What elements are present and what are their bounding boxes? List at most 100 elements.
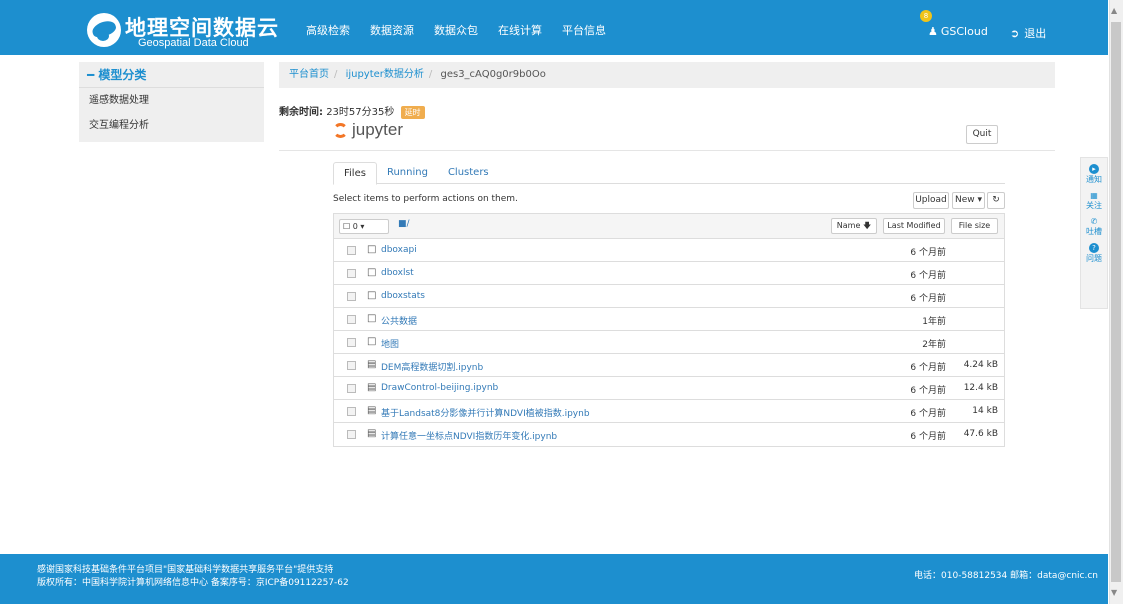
file-name-link[interactable]: 基于Landsat8分影像并行计算NDVI植被指数.ipynb — [381, 406, 590, 419]
logout-label: 退出 — [1024, 27, 1047, 40]
tab-files[interactable]: Files — [333, 162, 377, 185]
question-link[interactable]: ? 问题 — [1081, 243, 1107, 264]
upload-button[interactable]: Upload — [913, 192, 949, 209]
notebook-icon: ▤ — [367, 428, 377, 439]
jupyter-logo[interactable]: jupyter — [333, 120, 403, 140]
jupyter-tabs: Files Running Clusters — [333, 162, 1005, 185]
refresh-button[interactable]: ↻ — [987, 192, 1005, 209]
file-row[interactable]: ▤ 计算任意一坐标点NDVI指数历年变化.ipynb 6 个月前 47.6 kB — [334, 423, 1004, 446]
refresh-icon: ↻ — [992, 195, 1000, 205]
tab-running[interactable]: Running — [377, 162, 438, 183]
remaining-time: 剩余时间: 23时57分35秒 延时 — [279, 103, 425, 119]
extend-time-button[interactable]: 延时 — [400, 106, 425, 119]
row-checkbox[interactable] — [347, 246, 356, 255]
sort-by-name-button[interactable]: Name 🡇 — [831, 218, 877, 234]
row-checkbox[interactable] — [347, 338, 356, 347]
notification-badge[interactable]: 8 — [920, 10, 932, 22]
nav-advanced-search[interactable]: 高级检索 — [306, 22, 350, 38]
scroll-down-icon[interactable]: ▼ — [1111, 588, 1117, 597]
row-checkbox[interactable] — [347, 361, 356, 370]
row-checkbox[interactable] — [347, 292, 356, 301]
file-name-link[interactable]: 公共数据 — [381, 314, 417, 327]
notice-link[interactable]: ▸ 通知 — [1081, 164, 1107, 185]
current-path[interactable]: ■/ — [398, 219, 410, 229]
file-modified: 6 个月前 — [910, 271, 946, 281]
file-row[interactable]: □ dboxstats 6 个月前 — [334, 285, 1004, 308]
file-name-link[interactable]: dboxstats — [381, 291, 425, 301]
file-size: 12.4 kB — [963, 383, 998, 393]
breadcrumb-current: ges3_cAQ0g0r9b0Oo — [440, 69, 546, 80]
complaint-link[interactable]: ✆ 吐槽 — [1081, 217, 1107, 237]
logout-icon: ➲ — [1010, 26, 1020, 40]
caret-down-icon: ▾ — [977, 195, 983, 205]
file-name-link[interactable]: dboxapi — [381, 245, 417, 255]
logo-icon[interactable] — [87, 13, 121, 47]
row-checkbox[interactable] — [347, 315, 356, 324]
row-checkbox[interactable] — [347, 269, 356, 278]
file-row[interactable]: □ 地图 2年前 — [334, 331, 1004, 354]
site-subtitle: Geospatial Data Cloud — [138, 37, 249, 49]
page-scrollbar[interactable]: ▲ ▼ — [1108, 0, 1144, 604]
file-name-link[interactable]: 计算任意一坐标点NDVI指数历年变化.ipynb — [381, 429, 557, 442]
file-modified: 6 个月前 — [910, 386, 946, 396]
sidebar: ━ 模型分类 遥感数据处理 交互编程分析 — [79, 62, 264, 142]
breadcrumb: 平台首页 / ijupyter数据分析 / ges3_cAQ0g0r9b0Oo — [279, 62, 1055, 88]
row-checkbox[interactable] — [347, 384, 356, 393]
file-name-link[interactable]: DrawControl-beijing.ipynb — [381, 383, 498, 393]
folder-icon: □ — [367, 290, 377, 301]
file-size: 47.6 kB — [963, 429, 998, 439]
sort-by-size-button[interactable]: File size — [951, 218, 998, 234]
follow-link[interactable]: ▦ 关注 — [1081, 191, 1107, 211]
tab-clusters[interactable]: Clusters — [438, 162, 499, 183]
file-name-link[interactable]: 地图 — [381, 337, 399, 350]
feedback-panel: ▸ 通知 ▦ 关注 ✆ 吐槽 ? 问题 — [1080, 157, 1108, 309]
notebook-icon: ▤ — [367, 405, 377, 416]
scroll-up-icon[interactable]: ▲ — [1111, 6, 1117, 15]
question-icon: ? — [1089, 243, 1099, 253]
file-row[interactable]: ▤ DEM高程数据切割.ipynb 6 个月前 4.24 kB — [334, 354, 1004, 377]
logout-button[interactable]: ➲ 退出 — [1010, 25, 1046, 41]
footer: 感谢国家科技基础条件平台项目"国家基础科学数据共享服务平台"提供支持 版权所有：… — [0, 554, 1108, 604]
arrow-down-icon: 🡇 — [862, 221, 872, 230]
nav-crowdsourcing[interactable]: 数据众包 — [434, 22, 478, 38]
breadcrumb-section[interactable]: ijupyter数据分析 — [346, 69, 424, 80]
file-modified: 6 个月前 — [910, 409, 946, 419]
folder-icon: □ — [367, 267, 377, 278]
notebook-icon: ▤ — [367, 359, 377, 370]
select-all-dropdown[interactable]: ☐ 0 ▾ — [339, 219, 389, 234]
select-message: Select items to perform actions on them. — [333, 194, 518, 204]
file-modified: 2年前 — [922, 340, 946, 350]
file-name-link[interactable]: dboxlst — [381, 268, 414, 278]
row-checkbox[interactable] — [347, 407, 356, 416]
file-row[interactable]: ▤ 基于Landsat8分影像并行计算NDVI植被指数.ipynb 6 个月前 14 … — [334, 400, 1004, 423]
top-header: 地理空间数据云 Geospatial Data Cloud 高级检索 数据资源 … — [0, 0, 1108, 55]
file-row[interactable]: ▤ DrawControl-beijing.ipynb 6 个月前 12.4 kB — [334, 377, 1004, 400]
file-modified: 6 个月前 — [910, 432, 946, 442]
file-modified: 6 个月前 — [910, 294, 946, 304]
sort-by-modified-button[interactable]: Last Modified — [883, 218, 945, 234]
file-row[interactable]: □ 公共数据 1年前 — [334, 308, 1004, 331]
nav-platform-info[interactable]: 平台信息 — [562, 22, 606, 38]
file-size: 4.24 kB — [963, 360, 998, 370]
sidebar-item-interactive-programming[interactable]: 交互编程分析 — [79, 113, 264, 138]
notebook-icon: ▤ — [367, 382, 377, 393]
jupyter-ring-icon — [333, 122, 348, 138]
user-menu[interactable]: ♟ GSCloud — [928, 25, 988, 38]
scrollbar-thumb[interactable] — [1111, 22, 1121, 582]
file-row[interactable]: □ dboxlst 6 个月前 — [334, 262, 1004, 285]
folder-home-icon: ■ — [398, 219, 407, 229]
file-list-header: ☐ 0 ▾ ■/ Name 🡇 Last Modified File size — [334, 214, 1004, 239]
row-checkbox[interactable] — [347, 430, 356, 439]
nav-online-compute[interactable]: 在线计算 — [498, 22, 542, 38]
quit-button[interactable]: Quit — [966, 125, 998, 144]
file-name-link[interactable]: DEM高程数据切割.ipynb — [381, 360, 483, 373]
nav-data-resources[interactable]: 数据资源 — [370, 22, 414, 38]
file-row[interactable]: □ dboxapi 6 个月前 — [334, 239, 1004, 262]
breadcrumb-home[interactable]: 平台首页 — [289, 69, 329, 80]
sidebar-item-remote-sensing[interactable]: 遥感数据处理 — [79, 88, 264, 113]
footer-contact: 电话：010-58812534 邮箱：data@cnic.cn — [914, 571, 1098, 581]
sidebar-heading[interactable]: ━ 模型分类 — [79, 62, 264, 88]
collapse-icon: ━ — [87, 68, 95, 82]
new-dropdown-button[interactable]: New ▾ — [952, 192, 985, 209]
speaker-icon: ▸ — [1089, 164, 1099, 174]
